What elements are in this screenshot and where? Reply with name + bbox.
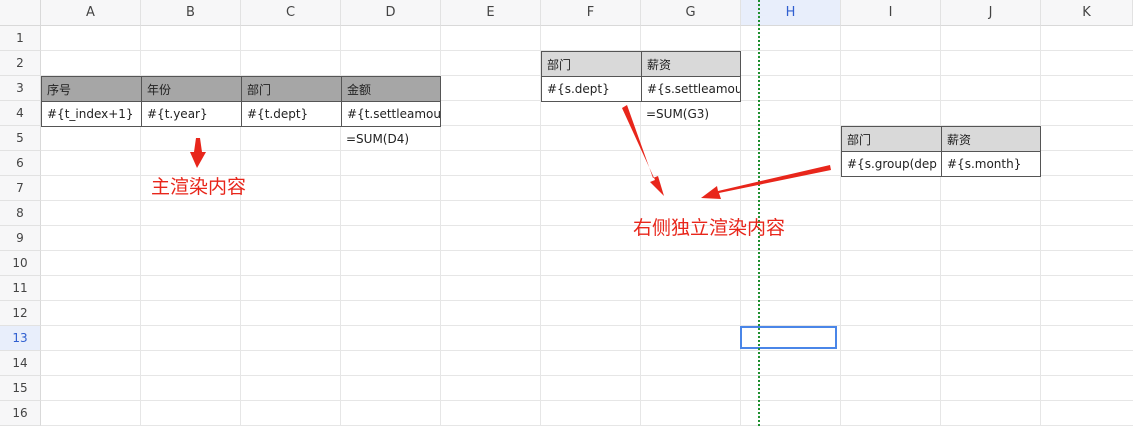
row-header-13[interactable]: 13 <box>0 326 41 351</box>
row-header-12[interactable]: 12 <box>0 301 41 326</box>
spreadsheet: A B C D E F G H I J K 1 2 3 4 5 6 7 8 9 … <box>0 0 1133 426</box>
annotation-main-render: 主渲染内容 <box>151 176 247 198</box>
column-header-h[interactable]: H <box>741 0 841 26</box>
column-header-d[interactable]: D <box>341 0 441 26</box>
right-sum-cell[interactable]: =SUM(G3) <box>641 101 741 126</box>
column-header-g[interactable]: G <box>641 0 741 26</box>
row-header-14[interactable]: 14 <box>0 351 41 376</box>
selected-cell[interactable] <box>740 326 837 349</box>
select-all-corner[interactable] <box>0 0 41 26</box>
main-header-dept[interactable]: 部门 <box>241 76 342 102</box>
right-header-salary[interactable]: 薪资 <box>641 51 741 77</box>
main-sum-cell[interactable]: =SUM(D4) <box>341 126 441 151</box>
right-header-dept[interactable]: 部门 <box>541 51 642 77</box>
group-header-salary[interactable]: 薪资 <box>941 126 1041 152</box>
main-cell-dept[interactable]: #{t.dept} <box>241 101 342 127</box>
group-cell-month[interactable]: #{s.month} <box>941 151 1041 177</box>
row-header-5[interactable]: 5 <box>0 126 41 151</box>
row-header-1[interactable]: 1 <box>0 26 41 51</box>
row-header-16[interactable]: 16 <box>0 401 41 426</box>
annotation-right-render: 右侧独立渲染内容 <box>633 217 786 239</box>
column-header-k[interactable]: K <box>1041 0 1133 26</box>
group-header-dept[interactable]: 部门 <box>841 126 942 152</box>
column-header-f[interactable]: F <box>541 0 641 26</box>
right-cell-salary[interactable]: #{s.settleamou <box>641 76 741 102</box>
row-header-15[interactable]: 15 <box>0 376 41 401</box>
row-header-11[interactable]: 11 <box>0 276 41 301</box>
row-header-10[interactable]: 10 <box>0 251 41 276</box>
main-header-year[interactable]: 年份 <box>141 76 242 102</box>
row-header-6[interactable]: 6 <box>0 151 41 176</box>
column-header-i[interactable]: I <box>841 0 941 26</box>
group-cell-dept[interactable]: #{s.group(dep <box>841 151 942 177</box>
row-header-2[interactable]: 2 <box>0 51 41 76</box>
main-cell-amount[interactable]: #{t.settleamou <box>341 101 441 127</box>
main-cell-year[interactable]: #{t.year} <box>141 101 242 127</box>
row-header-7[interactable]: 7 <box>0 176 41 201</box>
column-header-a[interactable]: A <box>41 0 141 26</box>
row-header-8[interactable]: 8 <box>0 201 41 226</box>
row-header-4[interactable]: 4 <box>0 101 41 126</box>
column-header-b[interactable]: B <box>141 0 241 26</box>
row-header-3[interactable]: 3 <box>0 76 41 101</box>
main-header-amount[interactable]: 金额 <box>341 76 441 102</box>
column-header-c[interactable]: C <box>241 0 341 26</box>
right-cell-dept[interactable]: #{s.dept} <box>541 76 642 102</box>
main-cell-index[interactable]: #{t_index+1} <box>41 101 142 127</box>
main-header-index[interactable]: 序号 <box>41 76 142 102</box>
column-header-e[interactable]: E <box>441 0 541 26</box>
row-header-9[interactable]: 9 <box>0 226 41 251</box>
column-header-j[interactable]: J <box>941 0 1041 26</box>
